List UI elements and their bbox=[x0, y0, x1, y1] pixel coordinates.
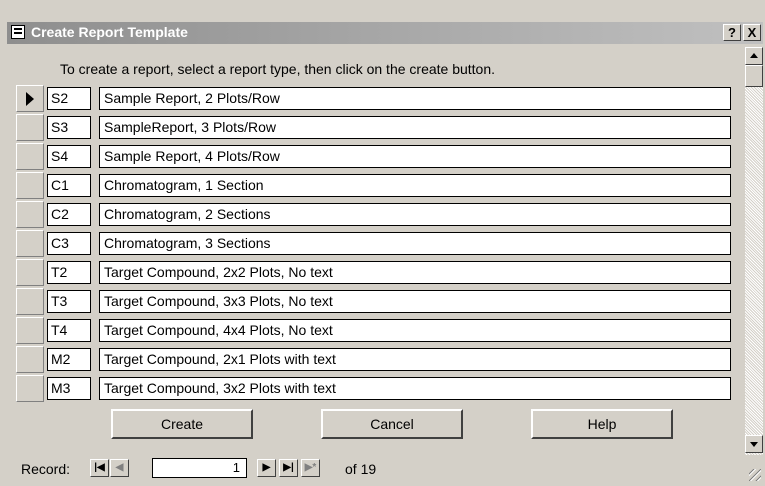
window-title: Create Report Template bbox=[31, 24, 188, 40]
record-count: of 19 bbox=[345, 461, 377, 477]
list-item[interactable]: S2 Sample Report, 2 Plots/Row bbox=[10, 85, 752, 114]
report-description-field[interactable]: Sample Report, 2 Plots/Row bbox=[99, 87, 731, 110]
last-record-button[interactable]: ▶| bbox=[279, 459, 298, 477]
list-item[interactable]: T2 Target Compound, 2x2 Plots, No text bbox=[10, 259, 752, 288]
record-number-input[interactable]: 1 bbox=[152, 458, 247, 478]
instructions-text: To create a report, select a report type… bbox=[60, 61, 496, 77]
report-type-list: S2 Sample Report, 2 Plots/Row S3 SampleRepo… bbox=[10, 85, 752, 404]
previous-record-button[interactable]: ◀ bbox=[110, 459, 129, 477]
record-selector[interactable] bbox=[16, 201, 44, 228]
record-selector[interactable] bbox=[16, 172, 44, 199]
report-code-field[interactable]: M2 bbox=[47, 348, 91, 371]
list-item[interactable]: C3 Chromatogram, 3 Sections bbox=[10, 230, 752, 259]
report-code-field[interactable]: M3 bbox=[47, 377, 91, 400]
report-description-field[interactable]: Chromatogram, 3 Sections bbox=[99, 232, 731, 255]
report-description-field[interactable]: Chromatogram, 2 Sections bbox=[99, 203, 731, 226]
record-navigator: Record: |◀ ◀ 1 ▶ ▶| ▶* of 19 bbox=[7, 455, 763, 483]
report-code-field[interactable]: C1 bbox=[47, 174, 91, 197]
record-selector[interactable] bbox=[16, 230, 44, 257]
record-label: Record: bbox=[21, 461, 71, 477]
close-button[interactable]: X bbox=[743, 24, 761, 41]
previous-record-icon: ◀ bbox=[115, 462, 124, 473]
report-code-field[interactable]: T3 bbox=[47, 290, 91, 313]
report-description-field[interactable]: Target Compound, 2x2 Plots, No text bbox=[99, 261, 731, 284]
record-selector[interactable] bbox=[16, 143, 44, 170]
help-button[interactable]: Help bbox=[531, 409, 673, 439]
current-record-icon bbox=[26, 92, 34, 106]
report-code-field[interactable]: S3 bbox=[47, 116, 91, 139]
scroll-up-button[interactable] bbox=[745, 47, 763, 65]
record-selector[interactable] bbox=[16, 375, 44, 402]
record-selector[interactable] bbox=[16, 114, 44, 141]
first-record-icon: |◀ bbox=[94, 462, 105, 473]
report-code-field[interactable]: S2 bbox=[47, 87, 91, 110]
record-selector[interactable] bbox=[16, 346, 44, 373]
next-record-button[interactable]: ▶ bbox=[257, 459, 276, 477]
report-description-field[interactable]: Sample Report, 4 Plots/Row bbox=[99, 145, 731, 168]
report-code-field[interactable]: C3 bbox=[47, 232, 91, 255]
report-description-field[interactable]: Target Compound, 4x4 Plots, No text bbox=[99, 319, 731, 342]
scroll-down-button[interactable] bbox=[745, 435, 763, 453]
record-selector[interactable] bbox=[16, 85, 44, 112]
report-code-field[interactable]: C2 bbox=[47, 203, 91, 226]
list-item[interactable]: M3 Target Compound, 3x2 Plots with text bbox=[10, 375, 752, 404]
form-icon bbox=[11, 25, 25, 39]
vertical-scrollbar[interactable] bbox=[745, 47, 763, 455]
record-selector[interactable] bbox=[16, 259, 44, 286]
list-item[interactable]: S4 Sample Report, 4 Plots/Row bbox=[10, 143, 752, 172]
create-button[interactable]: Create bbox=[111, 409, 253, 439]
new-record-icon: ▶* bbox=[304, 462, 317, 473]
first-record-button[interactable]: |◀ bbox=[90, 459, 109, 477]
arrow-down-icon bbox=[750, 442, 758, 447]
report-code-field[interactable]: S4 bbox=[47, 145, 91, 168]
title-bar[interactable]: Create Report Template ? X bbox=[7, 22, 763, 44]
list-item[interactable]: T4 Target Compound, 4x4 Plots, No text bbox=[10, 317, 752, 346]
next-record-icon: ▶ bbox=[262, 462, 271, 473]
list-item[interactable]: T3 Target Compound, 3x3 Plots, No text bbox=[10, 288, 752, 317]
record-selector[interactable] bbox=[16, 317, 44, 344]
list-item[interactable]: C1 Chromatogram, 1 Section bbox=[10, 172, 752, 201]
new-record-button[interactable]: ▶* bbox=[301, 459, 320, 477]
list-item[interactable]: S3 SampleReport, 3 Plots/Row bbox=[10, 114, 752, 143]
list-item[interactable]: C2 Chromatogram, 2 Sections bbox=[10, 201, 752, 230]
report-code-field[interactable]: T2 bbox=[47, 261, 91, 284]
arrow-up-icon bbox=[750, 53, 758, 58]
report-description-field[interactable]: Chromatogram, 1 Section bbox=[99, 174, 731, 197]
report-description-field[interactable]: Target Compound, 2x1 Plots with text bbox=[99, 348, 731, 371]
resize-grip-icon[interactable] bbox=[749, 469, 761, 481]
cancel-button[interactable]: Cancel bbox=[321, 409, 463, 439]
form-body: To create a report, select a report type… bbox=[10, 47, 752, 455]
last-record-icon: ▶| bbox=[283, 462, 294, 473]
help-title-button[interactable]: ? bbox=[723, 24, 741, 41]
report-code-field[interactable]: T4 bbox=[47, 319, 91, 342]
report-description-field[interactable]: SampleReport, 3 Plots/Row bbox=[99, 116, 731, 139]
dialog-window: Create Report Template ? X To create a r… bbox=[0, 0, 765, 486]
report-description-field[interactable]: Target Compound, 3x3 Plots, No text bbox=[99, 290, 731, 313]
list-item[interactable]: M2 Target Compound, 2x1 Plots with text bbox=[10, 346, 752, 375]
report-description-field[interactable]: Target Compound, 3x2 Plots with text bbox=[99, 377, 731, 400]
scroll-thumb[interactable] bbox=[745, 65, 763, 87]
record-selector[interactable] bbox=[16, 288, 44, 315]
